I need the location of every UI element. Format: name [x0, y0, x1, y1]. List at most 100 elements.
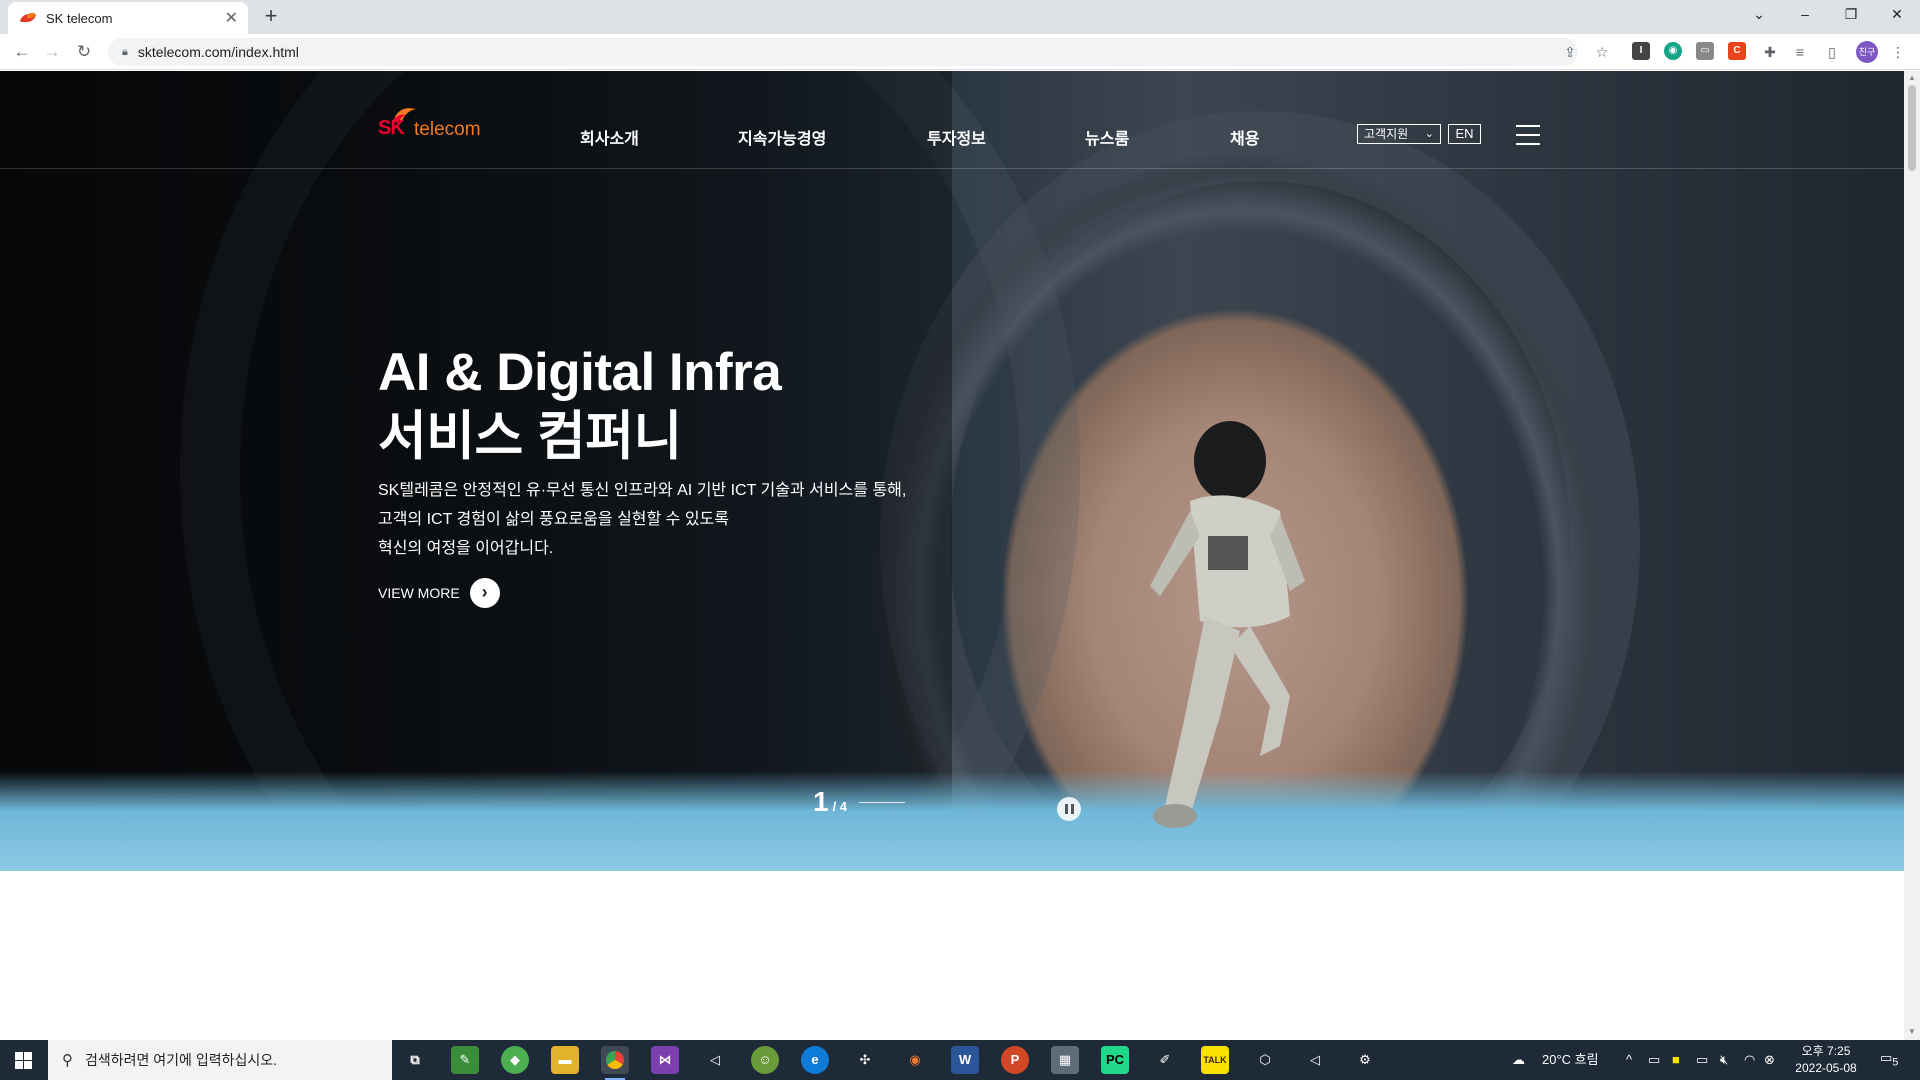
- astronaut-illustration: [1150, 421, 1305, 828]
- battery-icon[interactable]: ▭: [1696, 1040, 1708, 1080]
- extension-3-icon[interactable]: ▭: [1696, 42, 1714, 60]
- customer-support-label: 고객지원: [1364, 127, 1409, 141]
- unity-app-icon[interactable]: ◁: [701, 1046, 729, 1074]
- extensions-puzzle-icon[interactable]: ✚: [1760, 42, 1780, 62]
- davinci-app-icon[interactable]: ✣: [851, 1046, 879, 1074]
- blender-app-icon[interactable]: ◉: [901, 1046, 929, 1074]
- extension-2-icon[interactable]: ◉: [1664, 42, 1682, 60]
- taskbar-search-box[interactable]: ⚲ 검색하려면 여기에 입력하십시오.: [48, 1040, 392, 1080]
- hero-headline-line1: AI & Digital Infra: [378, 343, 782, 402]
- pager-current: 1: [813, 786, 829, 817]
- tab-close-icon[interactable]: ✕: [225, 8, 238, 28]
- bookmark-star-icon[interactable]: ☆: [1592, 42, 1612, 62]
- hero-headline-line2: 서비스 컴퍼니: [378, 407, 682, 466]
- logo-telecom-text: telecom: [414, 119, 481, 140]
- browser-toolbar: ← → ↻ 🔒︎ sktelecom.com/index.html ⇪ ☆ I …: [0, 34, 1920, 70]
- scroll-down-icon[interactable]: ▼: [1908, 1027, 1916, 1036]
- edge-app-icon[interactable]: e: [801, 1046, 829, 1074]
- tray-kakaotalk-icon[interactable]: ■: [1672, 1040, 1680, 1080]
- windows-taskbar: ⚲ 검색하려면 여기에 입력하십시오. ⧉ ✎ ◆ ▬ ⋈ ◁ ☺ e ✣ ◉ …: [0, 1040, 1920, 1080]
- pager-total: / 4: [832, 799, 848, 814]
- slide-pager: 1 / 4: [813, 786, 906, 818]
- chrome-app-icon[interactable]: [601, 1046, 629, 1080]
- pycharm-app-icon[interactable]: PC: [1101, 1046, 1129, 1074]
- extension-4-icon[interactable]: C: [1728, 42, 1746, 60]
- site-header: SK telecom 회사소개 지속가능경영 투자정보 뉴스룸 채용 고객지원 …: [0, 71, 1904, 169]
- notepad-app-icon[interactable]: ✎: [451, 1046, 479, 1074]
- scroll-up-icon[interactable]: ▲: [1908, 73, 1916, 82]
- taskbar-search-placeholder: 검색하려면 여기에 입력하십시오.: [85, 1052, 277, 1068]
- scrollbar-thumb[interactable]: [1908, 85, 1916, 171]
- reload-icon[interactable]: ↻: [72, 40, 96, 64]
- url-text[interactable]: sktelecom.com/index.html: [138, 44, 299, 60]
- tray-meet-icon[interactable]: ▭: [1648, 1040, 1660, 1080]
- back-icon[interactable]: ←: [10, 40, 34, 64]
- clock-date: 2022-05-08: [1795, 1061, 1857, 1075]
- visual-studio-app-icon[interactable]: ⋈: [651, 1046, 679, 1074]
- share-icon[interactable]: ⇪: [1560, 42, 1580, 62]
- settings-gear-icon[interactable]: ⚙: [1351, 1046, 1379, 1074]
- unity-hub-app-icon[interactable]: ⬡: [1251, 1046, 1279, 1074]
- profile-avatar[interactable]: 친구: [1856, 41, 1878, 63]
- nav-investors[interactable]: 투자정보: [927, 125, 986, 149]
- notification-count: 5: [1892, 1056, 1899, 1069]
- page-viewport: SK telecom 회사소개 지속가능경영 투자정보 뉴스룸 채용 고객지원 …: [0, 71, 1904, 1040]
- weather-text[interactable]: 20°C 흐림: [1542, 1040, 1599, 1080]
- unity-editor-app-icon[interactable]: ◁: [1301, 1046, 1329, 1074]
- customer-support-select[interactable]: 고객지원 ⌄: [1357, 124, 1441, 144]
- pause-icon[interactable]: [1057, 797, 1081, 821]
- reading-list-icon[interactable]: ≡: [1790, 42, 1810, 62]
- wifi-icon[interactable]: ◠: [1744, 1040, 1755, 1080]
- chevron-right-icon[interactable]: ›: [469, 578, 500, 608]
- extension-1-icon[interactable]: I: [1632, 42, 1650, 60]
- hero-floor: [0, 771, 1904, 871]
- taskbar-clock[interactable]: 오후 7:25 2022-05-08: [1784, 1043, 1868, 1077]
- sk-telecom-logo[interactable]: SK telecom: [378, 105, 488, 145]
- restore-button[interactable]: ❐: [1828, 0, 1874, 30]
- hero-description: SK텔레콤은 안정적인 유·무선 통신 인프라와 AI 기반 ICT 기술과 서…: [378, 476, 938, 563]
- nav-sustainability[interactable]: 지속가능경영: [738, 125, 826, 149]
- nav-company[interactable]: 회사소개: [580, 125, 639, 149]
- minimize-button[interactable]: –: [1782, 0, 1828, 30]
- weather-cloud-icon[interactable]: ☁: [1512, 1040, 1525, 1080]
- address-bar[interactable]: 🔒︎ sktelecom.com/index.html: [108, 38, 1578, 66]
- paint-app-icon[interactable]: ✐: [1151, 1046, 1179, 1074]
- tray-chevron-up-icon[interactable]: ^: [1626, 1040, 1632, 1080]
- volume-mute-icon[interactable]: 🔇︎: [1720, 1040, 1728, 1080]
- browser-tab[interactable]: SK telecom ✕: [8, 2, 248, 34]
- browser-tab-strip: SK telecom ✕ + ⌄ – ❐ ✕: [0, 0, 1920, 34]
- sk-favicon-icon: [20, 10, 36, 26]
- forward-icon[interactable]: →: [40, 40, 64, 64]
- file-explorer-app-icon[interactable]: ▬: [551, 1046, 579, 1074]
- nav-careers[interactable]: 채용: [1230, 125, 1259, 149]
- clock-time: 오후 7:25: [1801, 1044, 1851, 1058]
- pager-progress-line: [859, 802, 906, 803]
- hero-headline: AI & Digital Infra 서비스 컴퍼니: [378, 341, 782, 469]
- page-scrollbar[interactable]: ▲ ▼: [1904, 71, 1920, 1040]
- nav-newsroom[interactable]: 뉴스룸: [1085, 125, 1129, 149]
- tab-search-icon[interactable]: ⌄: [1736, 0, 1782, 30]
- new-tab-button[interactable]: +: [258, 4, 284, 30]
- kakaotalk-app-icon[interactable]: TALK: [1201, 1046, 1229, 1074]
- task-view-icon[interactable]: ⧉: [401, 1046, 429, 1074]
- windows-start-icon[interactable]: [0, 1040, 48, 1080]
- search-icon: ⚲: [62, 1052, 73, 1069]
- powerpoint-app-icon[interactable]: P: [1001, 1046, 1029, 1074]
- view-more-link[interactable]: VIEW MORE ›: [378, 578, 500, 608]
- side-panel-icon[interactable]: ▯: [1822, 42, 1842, 62]
- lock-icon[interactable]: 🔒︎: [122, 46, 128, 59]
- hero-desc-line1: SK텔레콤은 안정적인 유·무선 통신 인프라와 AI 기반 ICT 기술과 서…: [378, 482, 907, 499]
- window-close-button[interactable]: ✕: [1874, 0, 1920, 30]
- chevron-down-icon: ⌄: [1424, 128, 1434, 140]
- notification-icon[interactable]: ▭5: [1880, 1050, 1900, 1070]
- hero-desc-line3: 혁신의 여정을 이어갑니다.: [378, 540, 554, 557]
- android-studio-app-icon[interactable]: ◆: [501, 1046, 529, 1074]
- language-en-button[interactable]: EN: [1448, 124, 1481, 144]
- android-app-icon[interactable]: ☺: [751, 1046, 779, 1074]
- logo-sk-text: SK: [378, 117, 405, 139]
- calculator-app-icon[interactable]: ▦: [1051, 1046, 1079, 1074]
- network-off-icon[interactable]: ⊗: [1764, 1040, 1775, 1080]
- more-menu-icon[interactable]: ⋮: [1888, 42, 1908, 62]
- hamburger-menu-icon[interactable]: [1516, 125, 1540, 145]
- word-app-icon[interactable]: W: [951, 1046, 979, 1074]
